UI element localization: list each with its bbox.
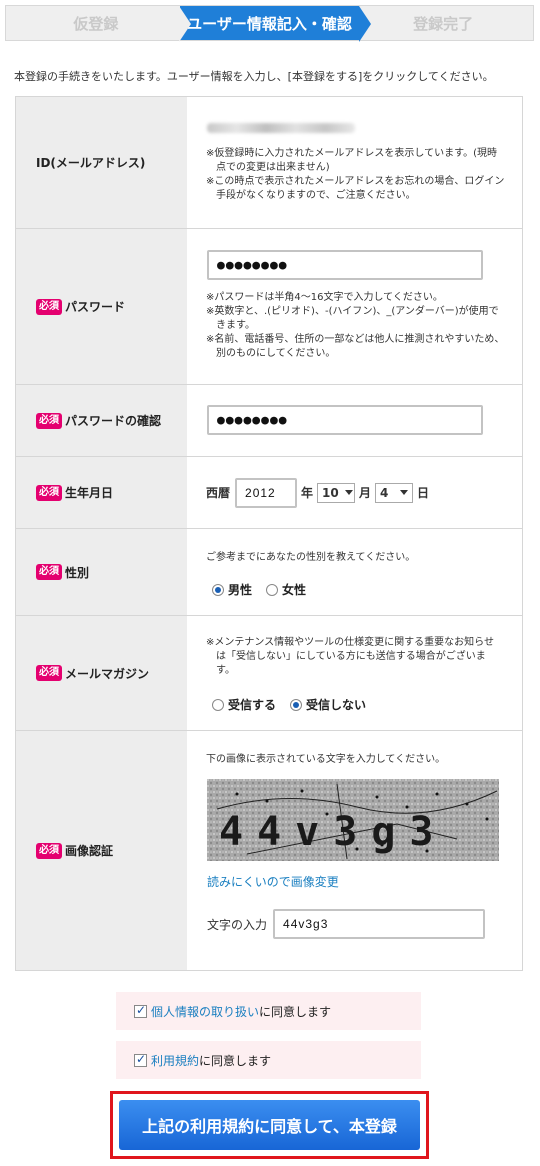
radio-not-receive[interactable]: 受信しない [290,696,366,713]
mail-note: ※メンテナンス情報やツールの仕様変更に関する重要なお知らせは「受信しない」にして… [206,637,494,676]
gender-note: ご参考までにあなたの性別を教えてください。 [206,552,416,563]
submit-highlight: 上記の利用規約に同意して、本登録 [110,1091,429,1159]
submit-button[interactable]: 上記の利用規約に同意して、本登録 [119,1100,420,1150]
required-badge: 必須 [36,665,62,681]
intro-text: 本登録の手続きをいたします。ユーザー情報を入力し、[本登録をする]をクリックして… [14,70,494,83]
required-badge: 必須 [36,564,62,580]
birthday-label: 生年月日 [65,486,114,500]
password-notes: ※パスワードは半角4〜16文字で入力してください。 ※英数字と、.(ピリオド)、… [206,292,505,359]
password-confirm-input[interactable]: ●●●●●●●● [207,405,483,435]
row-password-confirm: 必須 パスワードの確認 ●●●●●●●● [16,385,522,457]
privacy-link[interactable]: 個人情報の取り扱い [151,1003,259,1020]
radio-female[interactable]: 女性 [266,581,306,598]
captcha-label: 画像認証 [65,844,114,858]
password-confirm-label: パスワードの確認 [65,414,162,428]
row-email: ID(メールアドレス) ※仮登録時に入力されたメールアドレスを表示しています。(… [16,97,522,229]
privacy-checkbox[interactable] [134,1003,147,1018]
chevron-down-icon [344,490,353,495]
row-mail-magazine: 必須 メールマガジン ※メンテナンス情報やツールの仕様変更に関する重要なお知らせは… [16,616,522,731]
captcha-image: 44v3g3 [207,779,499,861]
radio-receive[interactable]: 受信する [212,696,276,713]
era-label: 西暦 [206,486,231,500]
mail-magazine-label: メールマガジン [65,666,150,681]
captcha-input-label: 文字の入力 [207,917,268,932]
email-notes: ※仮登録時に入力されたメールアドレスを表示しています。(現時点での変更は出来ませ… [206,148,505,201]
birth-day-select[interactable]: 4 [375,482,414,503]
registration-form: ID(メールアドレス) ※仮登録時に入力されたメールアドレスを表示しています。(… [15,96,523,971]
radio-male[interactable]: 男性 [212,581,252,598]
terms-link[interactable]: 利用規約 [151,1052,199,1069]
step-complete: 登録完了 [413,14,474,33]
row-birthday: 必須 生年月日 西暦 2012 年 10 月 4 日 [16,457,522,529]
required-badge: 必須 [36,484,62,501]
birth-month-select[interactable]: 10 [317,482,356,503]
password-label: パスワード [65,300,126,314]
step-provisional: 仮登録 [73,14,119,33]
step-user-info: ユーザー情報記入・確認 [178,6,371,42]
row-gender: 必須 性別 ご参考までにあなたの性別を教えてください。 男性 女性 [16,529,522,616]
chevron-down-icon [400,490,409,495]
email-label: ID(メールアドレス) [16,97,187,228]
captcha-text: 44v3g3 [219,809,448,855]
row-password: 必須 パスワード ●●●●●●●● ※パスワードは半角4〜16文字で入力してくださ… [16,229,522,385]
progress-steps: 仮登録 ユーザー情報記入・確認 登録完了 [5,5,534,42]
captcha-change-link[interactable]: 読みにくいので画像変更 [207,873,339,890]
password-input[interactable]: ●●●●●●●● [207,250,483,280]
agree-terms[interactable]: 利用規約 に同意します [116,1041,421,1079]
terms-checkbox[interactable] [134,1052,147,1067]
captcha-instruction: 下の画像に表示されている文字を入力してください。 [206,754,446,765]
required-badge: 必須 [36,842,62,859]
captcha-input[interactable]: 44v3g3 [273,909,486,939]
required-badge: 必須 [36,298,62,315]
agree-privacy[interactable]: 個人情報の取り扱い に同意します [116,992,421,1030]
required-badge: 必須 [36,412,62,429]
row-captcha: 必須 画像認証 下の画像に表示されている文字を入力してください。 44v3g3 … [16,731,522,971]
gender-label: 性別 [65,565,90,580]
email-value-blurred [207,123,355,133]
birth-year-input[interactable]: 2012 [235,477,298,508]
